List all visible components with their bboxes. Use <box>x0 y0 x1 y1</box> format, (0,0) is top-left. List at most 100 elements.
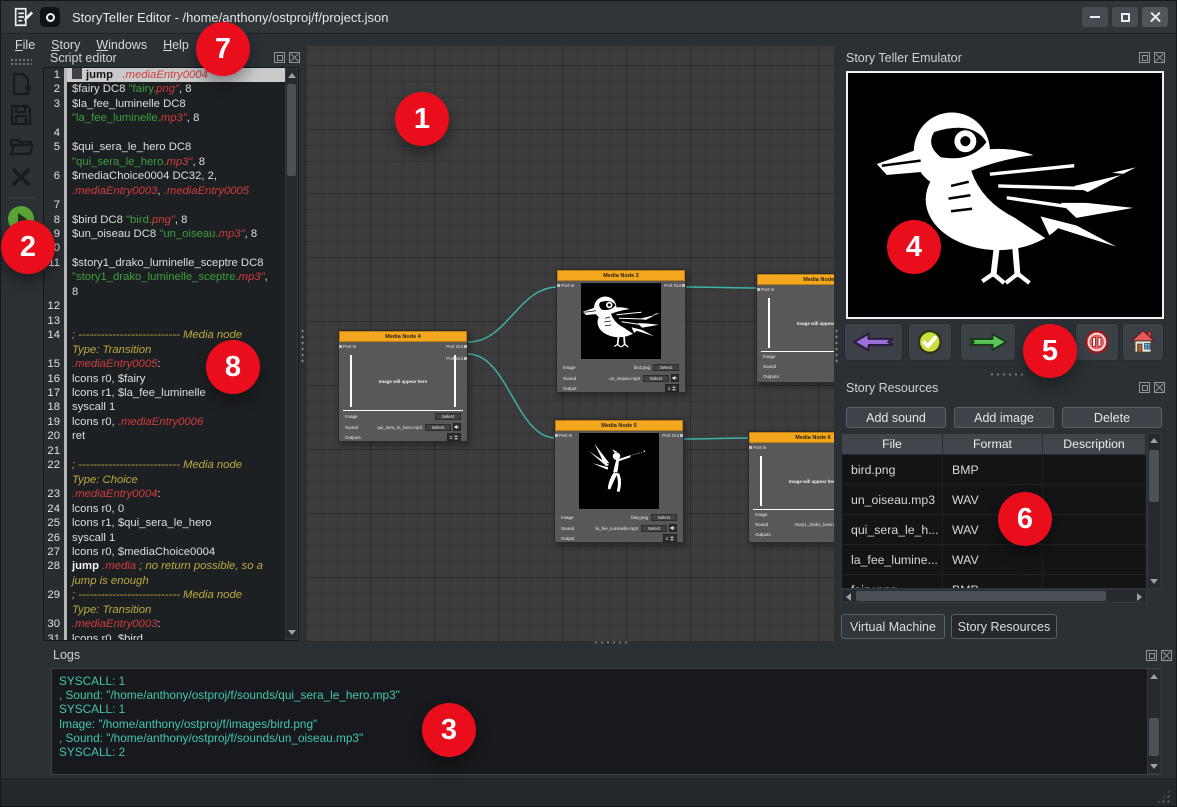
open-folder-icon[interactable] <box>9 134 33 158</box>
table-header[interactable]: File Format Description <box>842 434 1146 455</box>
code-row[interactable]: 4 <box>44 126 298 140</box>
code-row[interactable]: 28jump .media ; no return possible, so a <box>44 559 298 573</box>
logs-output[interactable]: SYSCALL: 1, Sound: "/home/anthony/ostpro… <box>51 668 1161 775</box>
sound-select-button[interactable]: Select <box>641 525 667 532</box>
table-cell[interactable]: la_fee_lumine... <box>842 545 943 574</box>
code-row[interactable]: 7 <box>44 198 298 212</box>
float-panel-icon[interactable] <box>1139 382 1150 393</box>
image-select-button[interactable]: Select <box>653 364 679 371</box>
add-image-button[interactable]: Add image <box>954 407 1054 428</box>
node-title[interactable]: Media Node 3 <box>557 270 685 281</box>
outputs-spinner[interactable]: 1 <box>663 534 677 542</box>
code-row[interactable]: Type: Transition <box>44 343 298 357</box>
code-row[interactable]: Type: Transition <box>44 603 298 617</box>
node-graph-canvas[interactable]: Media Node 4 Port In Port Out Port Out I… <box>306 46 834 642</box>
code-row[interactable]: 31lcons r0, $bird <box>44 632 298 641</box>
float-panel-icon[interactable] <box>274 52 285 63</box>
maximize-button[interactable] <box>1112 7 1138 27</box>
media-node-6[interactable]: Media Node 6 Port In Image will appear h… <box>748 431 834 543</box>
splitter-handle[interactable] <box>834 328 839 364</box>
node-title[interactable]: Media Node 2 <box>757 274 834 285</box>
pause-button[interactable] <box>1075 323 1119 361</box>
code-row[interactable]: 27lcons r0, $mediaChoice0004 <box>44 545 298 559</box>
port-in[interactable]: Port In <box>761 287 774 292</box>
outputs-spinner[interactable]: 1 <box>665 384 679 392</box>
table-vscrollbar[interactable] <box>1147 433 1161 589</box>
float-panel-icon[interactable] <box>1139 52 1150 63</box>
media-node-3[interactable]: Media Node 3 Port In Port Out Image bird… <box>556 269 686 393</box>
table-hscrollbar[interactable] <box>841 589 1147 603</box>
home-button[interactable] <box>1122 323 1164 361</box>
table-row[interactable]: un_oiseau.mp3WAV <box>842 485 1146 515</box>
code-row[interactable]: 22; --------------------------- Media no… <box>44 458 298 472</box>
port-in[interactable]: Port In <box>559 433 572 438</box>
code-row[interactable]: "qui_sera_le_hero.mp3", 8 <box>44 155 298 169</box>
node-title[interactable]: Media Node 5 <box>555 420 683 431</box>
port-out[interactable]: Port Out <box>446 344 463 349</box>
code-row[interactable]: 12 <box>44 299 298 313</box>
code-row[interactable]: 5$qui_sera_le_hero DC8 <box>44 140 298 154</box>
code-row[interactable]: 16lcons r0, $fairy <box>44 372 298 386</box>
code-row[interactable]: 2$fairy DC8 "fairy.png", 8 <box>44 82 298 96</box>
node-title[interactable]: Media Node 6 <box>749 432 834 443</box>
table-row[interactable]: bird.pngBMP <box>842 455 1146 485</box>
code-row[interactable]: .mediaEntry0003, .mediaEntry0005 <box>44 184 298 198</box>
code-row[interactable]: 1jump .mediaEntry0004 <box>44 68 298 82</box>
code-row[interactable]: "story1_drako_luminelle_sceptre.mp3", <box>44 270 298 284</box>
node-title[interactable]: Media Node 4 <box>339 331 467 342</box>
code-row[interactable]: 13 <box>44 314 298 328</box>
tab-story-resources[interactable]: Story Resources <box>951 614 1057 639</box>
code-row[interactable]: 26syscall 1 <box>44 531 298 545</box>
table-cell[interactable]: un_oiseau.mp3 <box>842 485 943 514</box>
splitter-handle[interactable] <box>593 640 629 645</box>
script-editor[interactable]: 1jump .mediaEntry00042$fairy DC8 "fairy.… <box>43 67 299 641</box>
speaker-icon[interactable] <box>669 524 677 532</box>
table-cell[interactable] <box>1043 575 1146 589</box>
code-row[interactable]: 23.mediaEntry0004: <box>44 487 298 501</box>
code-row[interactable]: 11$story1_drako_luminelle_sceptre DC8 <box>44 256 298 270</box>
media-node-4[interactable]: Media Node 4 Port In Port Out Port Out I… <box>338 330 468 442</box>
port-out[interactable]: Port Out <box>664 283 681 288</box>
close-panel-icon[interactable] <box>1154 382 1165 393</box>
splitter-handle[interactable] <box>989 372 1025 377</box>
table-row[interactable]: la_fee_lumine...WAV <box>842 545 1146 575</box>
close-panel-icon[interactable] <box>1161 650 1172 661</box>
code-row[interactable]: 20ret <box>44 429 298 443</box>
column-file[interactable]: File <box>842 434 943 454</box>
close-button[interactable] <box>1142 7 1168 27</box>
logs-scrollbar[interactable] <box>1147 669 1161 774</box>
media-node-2[interactable]: Media Node 2 Port In Image will appear h… <box>756 273 834 383</box>
table-cell[interactable] <box>1043 455 1146 484</box>
delete-button[interactable]: Delete <box>1062 407 1162 428</box>
close-panel-icon[interactable] <box>1154 52 1165 63</box>
code-row[interactable]: 8$bird DC8 "bird.png", 8 <box>44 213 298 227</box>
code-row[interactable]: 14; --------------------------- Media no… <box>44 328 298 342</box>
tab-virtual-machine[interactable]: Virtual Machine <box>841 614 945 639</box>
splitter-handle[interactable] <box>300 328 305 364</box>
code-row[interactable]: 9$un_oiseau DC8 "un_oiseau.mp3", 8 <box>44 227 298 241</box>
code-row[interactable]: jump is enough <box>44 574 298 588</box>
code-row[interactable]: 21 <box>44 444 298 458</box>
menu-file[interactable]: File <box>7 36 43 54</box>
sound-select-button[interactable]: Select <box>425 424 451 431</box>
script-editor-scrollbar[interactable] <box>285 68 298 640</box>
column-format[interactable]: Format <box>943 434 1043 454</box>
table-row[interactable]: qui_sera_le_h...WAV <box>842 515 1146 545</box>
port-in[interactable]: Port In <box>753 445 766 450</box>
speaker-icon[interactable] <box>671 374 679 382</box>
resize-grip[interactable] <box>1156 789 1171 804</box>
table-row[interactable]: fairy.pngBMP <box>842 575 1146 589</box>
table-cell[interactable] <box>1043 485 1146 514</box>
code-row[interactable]: 3$la_fee_luminelle DC8 <box>44 97 298 111</box>
column-description[interactable]: Description <box>1043 434 1146 454</box>
port-out[interactable]: Port Out <box>662 433 679 438</box>
table-cell[interactable] <box>1043 515 1146 544</box>
code-row[interactable]: 17lcons r1, $la_fee_luminelle <box>44 386 298 400</box>
port-in[interactable]: Port In <box>561 283 574 288</box>
table-cell[interactable]: bird.png <box>842 455 943 484</box>
speaker-icon[interactable] <box>453 423 461 431</box>
code-row[interactable]: 6$mediaChoice0004 DC32, 2, <box>44 169 298 183</box>
save-icon[interactable] <box>9 103 33 127</box>
code-row[interactable]: 30.mediaEntry0003: <box>44 617 298 631</box>
table-cell[interactable]: WAV <box>943 545 1043 574</box>
